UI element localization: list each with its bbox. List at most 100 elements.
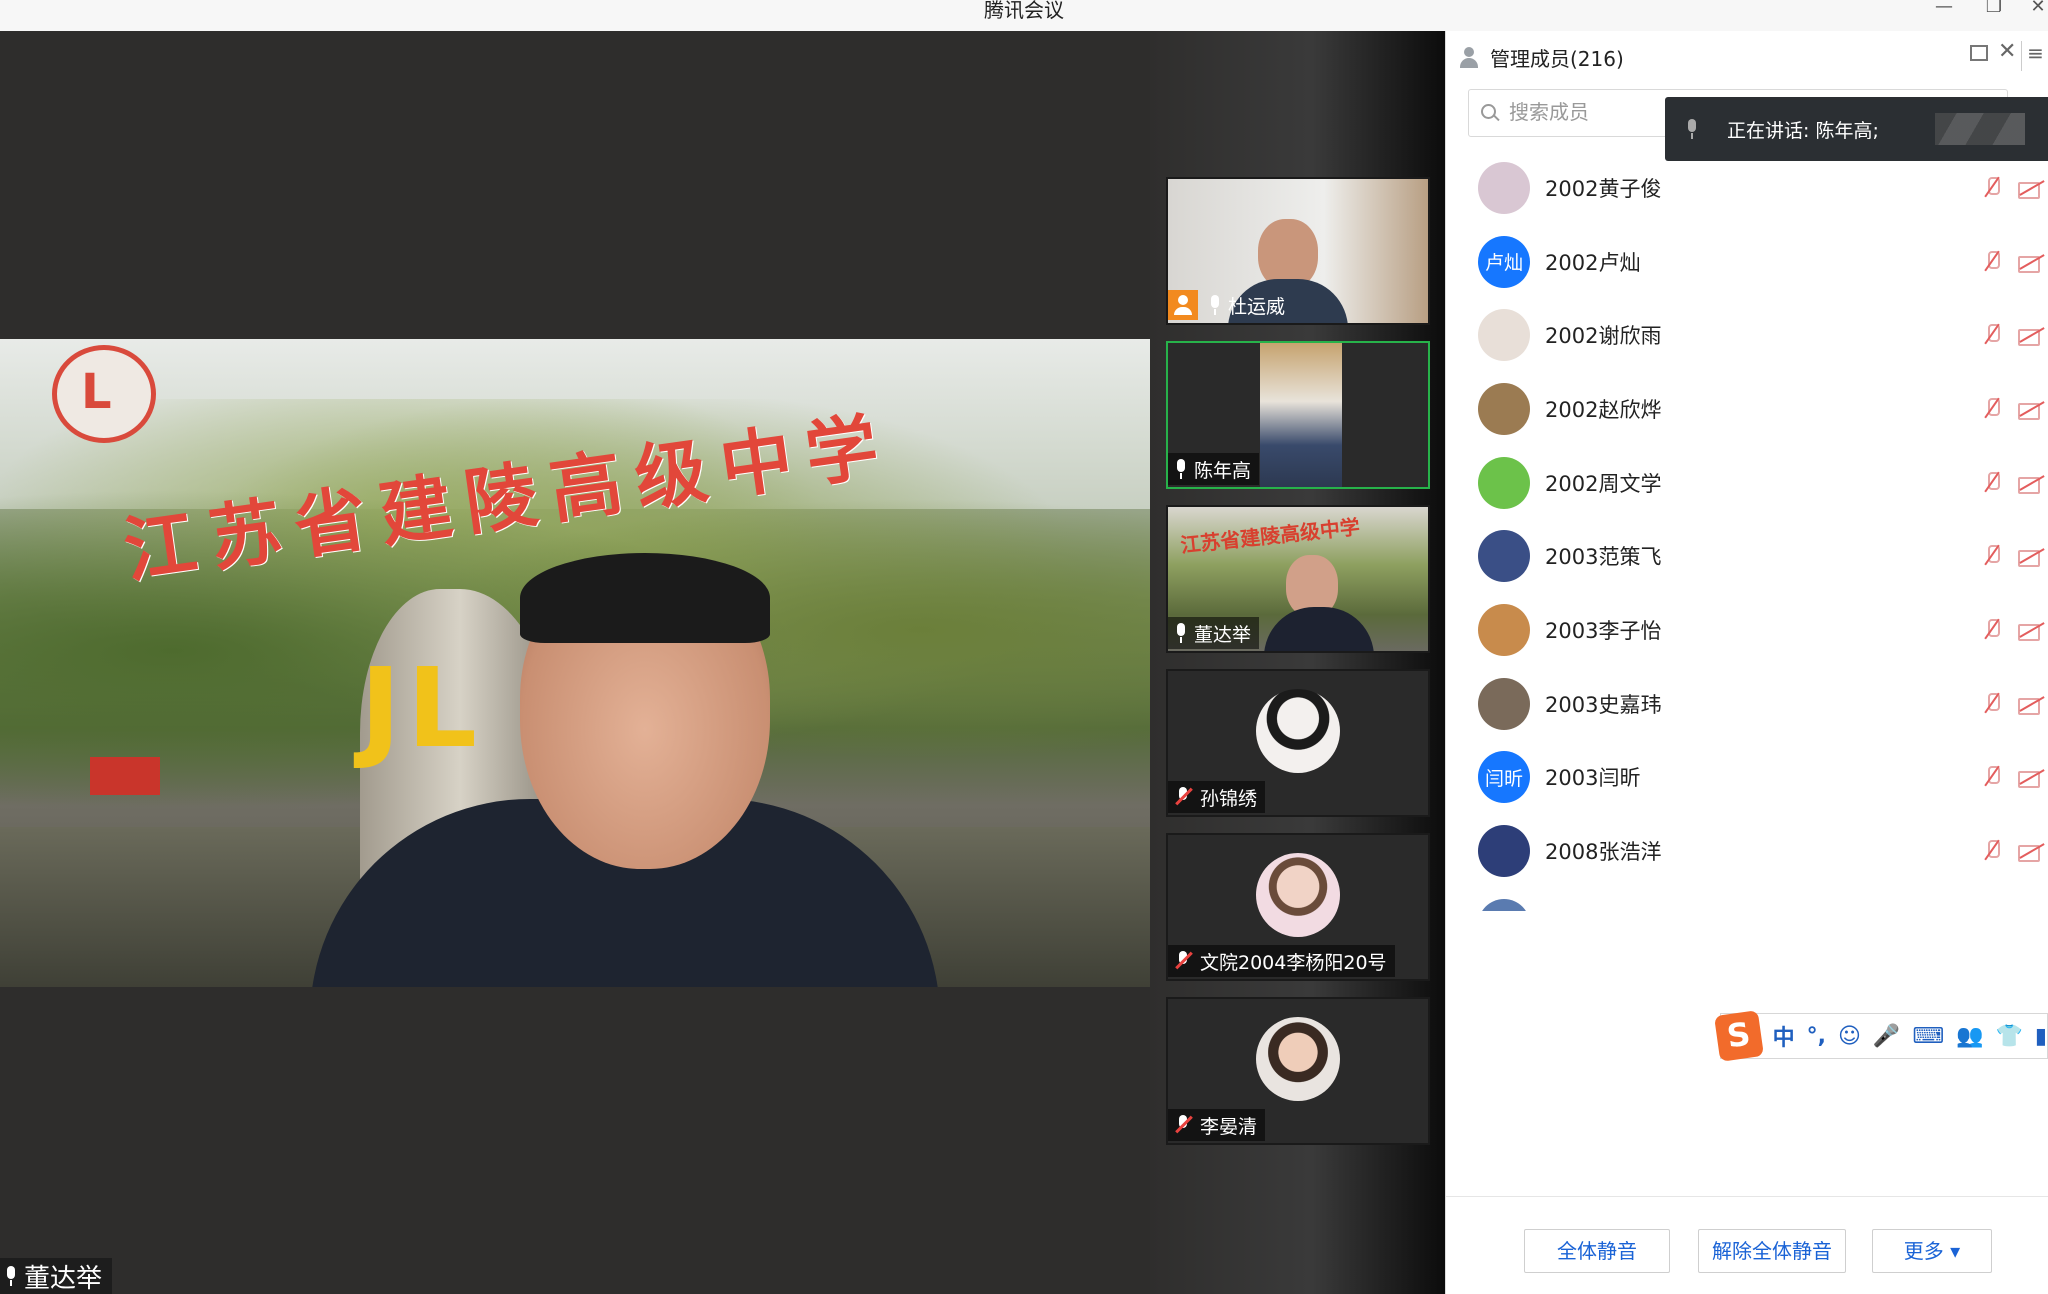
- school-logo: L: [52, 345, 156, 443]
- toolbox-icon[interactable]: ▮: [2035, 1024, 2047, 1049]
- participant-body: [1264, 607, 1374, 651]
- panel-footer: 全体静音 解除全体静音 更多 ▾: [1446, 1196, 2048, 1294]
- mic-muted-icon: [1174, 950, 1192, 972]
- mic-muted-icon[interactable]: [1981, 691, 2003, 717]
- participant-name: 董达举: [1194, 623, 1252, 646]
- host-icon: [1168, 290, 1198, 320]
- camera-off-icon[interactable]: [2018, 472, 2048, 494]
- thumbnail-sign-text: 江苏省建陵高级中学: [1179, 514, 1361, 558]
- restore-icon[interactable]: ❐: [1982, 0, 2006, 20]
- mic-icon: [1174, 459, 1188, 479]
- mic-muted-icon[interactable]: [1981, 764, 2003, 790]
- member-row[interactable]: 2002黄子俊: [1446, 151, 2048, 225]
- chinese-mode-icon[interactable]: 中: [1773, 1020, 1795, 1052]
- member-row[interactable]: 2003史嘉玮: [1446, 667, 2048, 741]
- skin-icon[interactable]: 👕: [1995, 1024, 2022, 1049]
- member-row[interactable]: 2003范策飞: [1446, 519, 2048, 593]
- mic-icon: [1208, 295, 1222, 315]
- member-row[interactable]: 卢灿 2002卢灿: [1446, 225, 2048, 299]
- mic-muted-icon[interactable]: [1981, 322, 2003, 348]
- main-speaker-video[interactable]: L 江苏省建陵高级中学 JL: [0, 339, 1150, 987]
- member-name: 2101葛威: [1545, 910, 1640, 911]
- camera-off-icon[interactable]: [2018, 766, 2048, 789]
- mic-muted-icon[interactable]: [1981, 617, 2003, 643]
- camera-off-icon[interactable]: [2018, 251, 2048, 273]
- camera-off-icon[interactable]: [2018, 398, 2048, 420]
- mic-muted-icon[interactable]: [1981, 175, 2003, 201]
- member-row[interactable]: 2101葛威: [1446, 888, 2048, 911]
- voice-input-icon[interactable]: 🎤: [1873, 1024, 1900, 1049]
- keyboard-icon[interactable]: ⌨: [1912, 1024, 1944, 1049]
- member-row[interactable]: 2002谢欣雨: [1446, 298, 2048, 372]
- member-avatar: [1478, 161, 1530, 214]
- users-icon[interactable]: 👥: [1956, 1024, 1983, 1049]
- thumbnail-participant-active[interactable]: 陈年高: [1166, 341, 1430, 489]
- participant-thumbnails: 杜运威 陈年高 江苏省建陵高级中学 董达举 孙锦绣 文院2004李杨阳20号 李…: [1150, 31, 1445, 1294]
- menu-icon[interactable]: ≡: [2021, 41, 2048, 71]
- thumbnail-label: 陈年高: [1168, 453, 1260, 485]
- thumbnail-participant[interactable]: 江苏省建陵高级中学 董达举: [1166, 505, 1430, 653]
- camera-off-icon[interactable]: [2018, 177, 2048, 199]
- close-panel-icon[interactable]: ✕: [1998, 39, 2016, 64]
- thumbnail-label: 李晏清: [1168, 1109, 1266, 1141]
- mic-icon: [1685, 119, 1699, 139]
- title-bar: 腾讯会议 — ❐ ✕: [0, 0, 2048, 31]
- close-window-icon[interactable]: ✕: [2026, 0, 2048, 20]
- member-name: 2008张浩洋: [1545, 840, 1662, 865]
- speaking-blurred-area: [1935, 113, 2025, 145]
- person-icon: [1458, 46, 1480, 68]
- member-name: 2002赵欣烨: [1545, 397, 1662, 422]
- member-row[interactable]: 2003李子怡: [1446, 593, 2048, 667]
- mic-muted-icon[interactable]: [1981, 838, 2003, 864]
- speaker-figure: [290, 553, 940, 987]
- panel-header: 管理成员(216): [1446, 31, 2048, 83]
- thumbnail-participant[interactable]: 文院2004李杨阳20号: [1166, 833, 1430, 981]
- mic-muted-icon[interactable]: [1981, 249, 2003, 275]
- member-avatar: [1478, 677, 1530, 730]
- video-stage: L 江苏省建陵高级中学 JL: [0, 31, 1150, 1294]
- member-avatar: 卢灿: [1478, 235, 1530, 288]
- member-avatar: [1478, 382, 1530, 435]
- participant-video: [1260, 343, 1342, 487]
- member-list: 2002黄子俊卢灿 2002卢灿 2002谢欣雨 2002赵欣烨 2002周文学 2003…: [1446, 151, 2048, 911]
- member-row[interactable]: 2002周文学: [1446, 446, 2048, 520]
- member-avatar: [1478, 898, 1530, 911]
- participant-name: 文院2004李杨阳20号: [1200, 951, 1387, 974]
- mic-muted-icon[interactable]: [1981, 543, 2003, 569]
- camera-off-icon[interactable]: [2018, 693, 2048, 715]
- mic-muted-icon[interactable]: [1981, 470, 2003, 496]
- search-icon: [1481, 104, 1499, 122]
- member-name: 2003范策飞: [1545, 545, 1662, 570]
- more-button[interactable]: 更多 ▾: [1872, 1229, 1992, 1273]
- minimize-icon[interactable]: —: [1932, 0, 1956, 20]
- punctuation-icon[interactable]: °,: [1807, 1024, 1826, 1049]
- thumbnail-participant[interactable]: 李晏清: [1166, 997, 1430, 1145]
- emoji-icon[interactable]: ☺: [1838, 1024, 1861, 1049]
- popout-icon[interactable]: [1970, 45, 1988, 61]
- camera-off-icon[interactable]: [2018, 840, 2048, 863]
- main-speaker-name: 董达举: [24, 1263, 103, 1294]
- red-signboard: [90, 757, 160, 795]
- member-row[interactable]: 闫昕 2003闫昕: [1446, 741, 2048, 815]
- member-row[interactable]: 2008张浩洋: [1446, 814, 2048, 888]
- member-name: 2002卢灿: [1545, 250, 1641, 275]
- thumbnail-participant[interactable]: 杜运威: [1166, 177, 1430, 325]
- participant-name: 陈年高: [1194, 459, 1252, 482]
- thumbnail-participant[interactable]: 孙锦绣: [1166, 669, 1430, 817]
- mic-icon: [4, 1266, 18, 1286]
- window-title: 腾讯会议: [984, 0, 1064, 22]
- camera-off-icon[interactable]: [2018, 545, 2048, 568]
- member-name: 2002黄子俊: [1545, 176, 1662, 201]
- member-avatar: [1478, 456, 1530, 509]
- ime-toolbar[interactable]: S 中 °, ☺ 🎤 ⌨ 👥 👕 ▮: [1714, 1010, 2048, 1062]
- mic-muted-icon: [1174, 786, 1192, 808]
- mute-all-button[interactable]: 全体静音: [1524, 1229, 1670, 1273]
- unmute-all-button[interactable]: 解除全体静音: [1698, 1229, 1846, 1273]
- camera-off-icon[interactable]: [2018, 324, 2048, 347]
- participant-name: 李晏清: [1200, 1115, 1258, 1138]
- camera-off-icon[interactable]: [2018, 619, 2048, 641]
- sogou-logo-icon[interactable]: S: [1714, 1010, 1764, 1062]
- member-row[interactable]: 2002赵欣烨: [1446, 372, 2048, 446]
- member-avatar: [1478, 825, 1530, 878]
- mic-muted-icon[interactable]: [1981, 396, 2003, 422]
